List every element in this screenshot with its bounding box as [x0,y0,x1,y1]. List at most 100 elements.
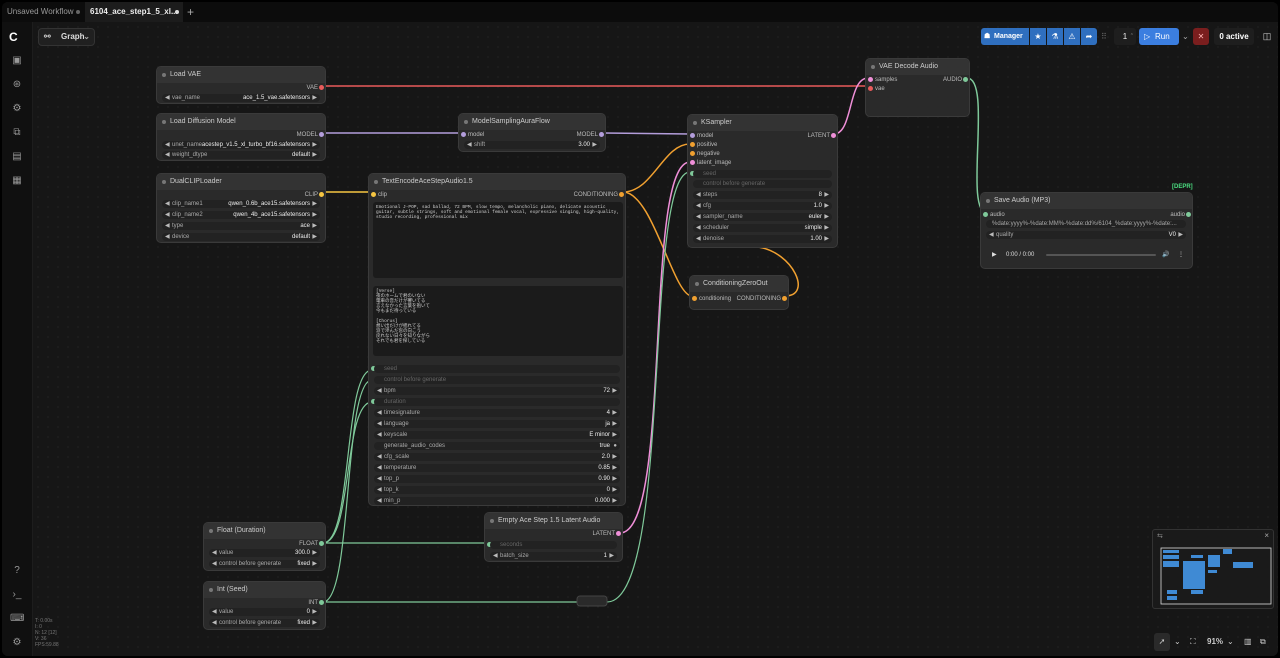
comfy-logo-icon[interactable]: C [9,30,27,44]
widget-clip-name2[interactable]: ◀ clip_name2 qwen_4b_ace15.safetensors ▶ [162,211,320,219]
toggle-panel-icon[interactable]: ◫ [1260,28,1274,45]
output-socket[interactable] [319,85,324,90]
manager-button[interactable]: ☗ Manager [981,28,1029,45]
node-conditioning-zero-out[interactable]: ConditioningZeroOut conditioning CONDITI… [689,275,789,310]
output-socket[interactable] [1186,212,1191,217]
latent-input-socket[interactable] [690,160,695,165]
keyboard-icon[interactable]: ⌨ [10,612,24,626]
widget-unet-name[interactable]: ◀ unet_name acestep_v1.5_xl_turbo_bf16.saf… [162,141,320,149]
widget-batch-size[interactable]: ◀ batch_size 1 ▶ [490,552,617,560]
model-input-socket[interactable] [690,133,695,138]
minimap[interactable]: ⇆ × [1152,529,1274,609]
new-tab-plus-icon[interactable]: + [187,5,194,19]
images-icon[interactable]: ▣ [10,54,24,68]
samples-input-socket[interactable] [868,77,873,82]
tags-textarea[interactable]: Emotional J-POP, sad ballad, 72 BPM, slo… [373,202,623,278]
widget-language[interactable]: ◀ language ja ▶ [374,420,620,428]
play-icon[interactable]: ▶ [992,247,997,263]
widget-cfg-scale[interactable]: ◀ cfg_scale 2.0 ▶ [374,453,620,461]
queue-icon[interactable]: ▤ [10,150,24,164]
widget-keyscale[interactable]: ◀ keyscale E minor ▶ [374,431,620,439]
batch-count-input[interactable]: 1 ⌃ [1114,28,1136,45]
widget-seed[interactable]: seed [693,170,832,178]
widget-filename-prefix[interactable]: %date:yyyy%-%date:MM%-%date:dd%/6104_%da… [986,220,1186,228]
node-float-duration[interactable]: Float (Duration) FLOAT ◀ value 300.0 ▶ ◀ con… [203,522,326,571]
templates-icon[interactable]: ▦ [10,174,24,188]
zoom-chevron-down-icon[interactable]: ⌄ [1227,633,1234,651]
minimap-close-icon[interactable]: × [1264,531,1269,540]
widget-control-before-generate[interactable]: ◀ control before generate fixed ▶ [209,619,320,627]
widget-weight-dtype[interactable]: ◀ weight_dtype default ▶ [162,151,320,159]
audio-progress-bar[interactable] [1046,254,1156,256]
unload-models-icon[interactable]: ⚠ [1064,28,1080,45]
widget-duration[interactable]: duration [374,398,620,406]
widget-min-p[interactable]: ◀ min_p 0.000 ▶ [374,497,620,505]
nodes-icon[interactable]: ⊛ [10,78,24,92]
node-empty-latent-audio[interactable]: Empty Ace Step 1.5 Latent Audio LATENT s… [484,512,623,562]
terminal-icon[interactable]: ›_ [10,588,24,602]
link-visibility-icon[interactable]: ⧉ [1260,633,1266,651]
widget-generate-audio-codes[interactable]: generate_audio_codes true ● [374,442,620,450]
output-socket[interactable] [599,132,604,137]
widget-timesignature[interactable]: ◀ timesignature 4 ▶ [374,409,620,417]
run-button[interactable]: ▷ Run [1139,28,1179,45]
widget-cfg[interactable]: ◀ cfg 1.0 ▶ [693,202,832,210]
output-socket[interactable] [963,77,968,82]
widget-seconds[interactable]: seconds [490,541,617,549]
graph-canvas[interactable]: Load VAE VAE ◀ vae_name ace_1.5_vae.safete… [33,22,1278,656]
widget-device[interactable]: ◀ device default ▶ [162,233,320,241]
widget-seed[interactable]: seed [374,365,620,373]
drag-handle-icon[interactable]: ⠿ [1101,28,1107,45]
help-icon[interactable]: ? [10,564,24,578]
volume-icon[interactable]: 🔊 [1162,247,1169,263]
positive-input-socket[interactable] [690,142,695,147]
output-socket[interactable] [782,296,787,301]
widget-control-before-generate[interactable]: control before generate [693,180,832,188]
node-int-seed[interactable]: Int (Seed) INT ◀ value 0 ▶ ◀ control before … [203,581,326,630]
cancel-run-icon[interactable]: ✕ [1193,28,1209,45]
widget-scheduler[interactable]: ◀ scheduler simple ▶ [693,224,832,232]
star-icon[interactable]: ★ [1030,28,1046,45]
workflows-icon[interactable]: ⧉ [10,126,24,140]
share-icon[interactable]: ➦ [1081,28,1097,45]
models-icon[interactable]: ⚙ [10,102,24,116]
widget-type[interactable]: ◀ type ace ▶ [162,222,320,230]
widget-clip-name1[interactable]: ◀ clip_name1 qwen_0.6b_ace15.safetensors ▶ [162,200,320,208]
output-socket[interactable] [319,132,324,137]
more-options-icon[interactable]: ⋮ [1178,247,1184,263]
widget-quality[interactable]: ◀ quality V0 ▶ [986,231,1186,239]
widget-sampler-name[interactable]: ◀ sampler_name euler ▶ [693,213,832,221]
output-socket[interactable] [319,600,324,605]
node-load-diffusion-model[interactable]: Load Diffusion Model MODEL ◀ unet_name ace… [156,113,326,161]
widget-value[interactable]: ◀ value 300.0 ▶ [209,549,320,557]
widget-control-before-generate[interactable]: control before generate [374,376,620,384]
output-socket[interactable] [319,192,324,197]
stepper-icon[interactable]: ⌃ [1130,28,1134,45]
lyrics-textarea[interactable]: [Verse] 夜のホームで君のいない 電車の音だけが響いてる 言えなかった言葉… [373,286,623,356]
output-socket[interactable] [831,133,836,138]
output-socket[interactable] [319,541,324,546]
tab-current-workflow[interactable]: 6104_ace_step1_5_xl... [85,2,183,22]
select-tool-icon[interactable]: ➚ [1154,633,1170,651]
node-dual-clip-loader[interactable]: DualCLIPLoader CLIP ◀ clip_name1 qwen_0.6b… [156,173,326,243]
node-vae-decode-audio[interactable]: VAE Decode Audio samples vae AUDIO [865,58,970,117]
widget-denoise[interactable]: ◀ denoise 1.00 ▶ [693,235,832,243]
widget-shift[interactable]: ◀ shift 3.00 ▶ [464,141,600,149]
output-socket[interactable] [616,531,621,536]
input-socket[interactable] [371,192,376,197]
run-options-chevron-icon[interactable]: ⌄ [1182,28,1189,45]
node-text-encode-ace-step[interactable]: TextEncodeAceStepAudio1.5 clip CONDITION… [368,173,626,506]
output-socket[interactable] [619,192,624,197]
node-ksampler[interactable]: KSampler model positive negative latent_… [687,114,838,248]
minimap-settings-icon[interactable]: ⇆ [1157,532,1163,540]
graph-view-button[interactable]: ⚯ Graph ⌄ [38,28,95,46]
tool-chevron-down-icon[interactable]: ⌄ [1174,633,1181,651]
negative-input-socket[interactable] [690,151,695,156]
node-save-audio-mp3[interactable]: Save Audio (MP3) audio audio %date:yyyy%… [980,192,1193,269]
node-model-sampling-auraflow[interactable]: ModelSamplingAuraFlow model MODEL ◀ shift… [458,113,606,152]
node-load-vae[interactable]: Load VAE VAE ◀ vae_name ace_1.5_vae.safete… [156,66,326,104]
widget-value[interactable]: ◀ value 0 ▶ [209,608,320,616]
input-socket[interactable] [692,296,697,301]
vae-input-socket[interactable] [868,86,873,91]
input-socket[interactable] [461,132,466,137]
